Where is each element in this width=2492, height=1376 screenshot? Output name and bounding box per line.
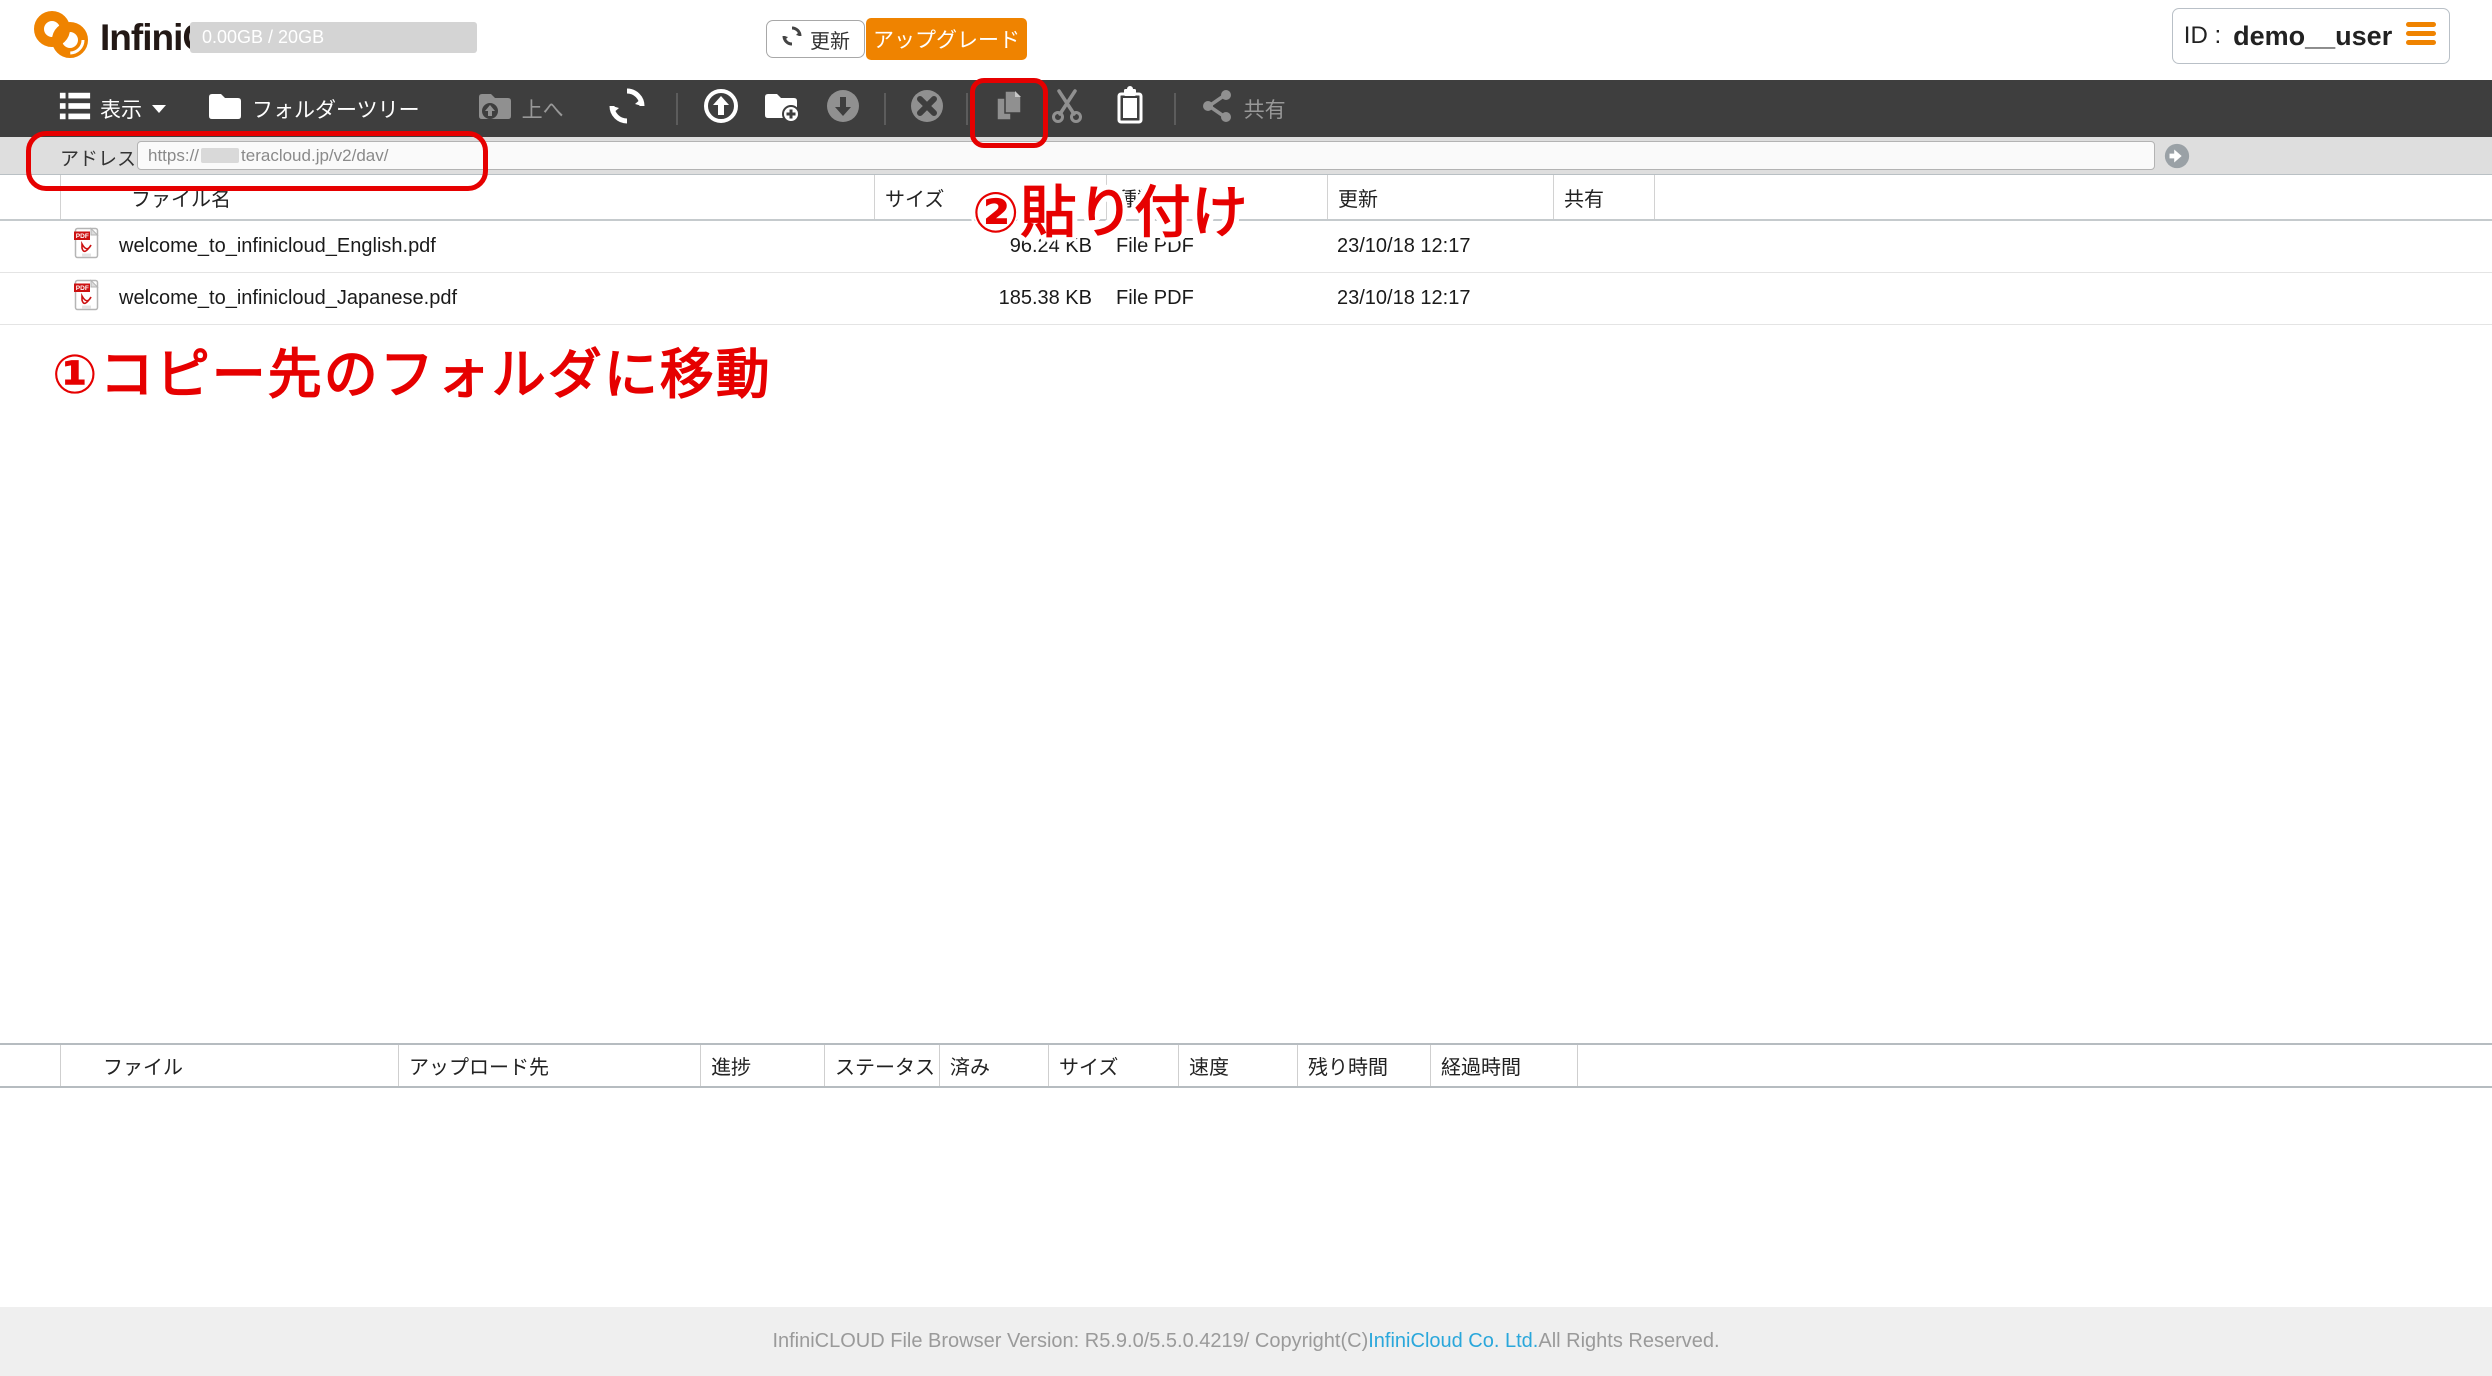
- folder-tree-button[interactable]: フォルダーツリー: [206, 89, 420, 128]
- upload-column-time-remaining: 残り時間: [1297, 1045, 1430, 1086]
- refresh-icon: [781, 25, 803, 53]
- upload-column-file: ファイル: [60, 1045, 398, 1086]
- infinicloud-file-browser: InfiniCLOUD 0.00GB / 20GB 更新 アップグレード ID …: [0, 0, 2492, 1376]
- toolbar-divider: [1174, 93, 1176, 125]
- new-folder-button[interactable]: [762, 88, 802, 129]
- folder-plus-icon: [762, 88, 802, 129]
- cut-button[interactable]: [1048, 87, 1086, 130]
- annotation-step2-paste: ②貼り付け: [972, 168, 1248, 249]
- file-updated: 23/10/18 12:17: [1327, 287, 1553, 310]
- file-name[interactable]: welcome_to_infinicloud_Japanese.pdf: [119, 287, 457, 310]
- go-up-label: 上へ: [522, 94, 564, 124]
- column-header-updated[interactable]: 更新: [1327, 175, 1553, 219]
- sync-icon: [608, 87, 646, 130]
- folder-tree-label: フォルダーツリー: [252, 94, 420, 124]
- file-kind: File PDF: [1106, 287, 1327, 310]
- address-url-prefix: https://: [148, 146, 199, 166]
- copy-button[interactable]: [990, 87, 1028, 130]
- chevron-down-icon: [152, 105, 166, 113]
- upload-column-destination: アップロード先: [398, 1045, 700, 1086]
- refresh-button-label: 更新: [810, 25, 850, 54]
- upload-checkbox-column: [0, 1045, 60, 1086]
- user-id-value: demo__user: [2233, 21, 2392, 52]
- download-icon: [824, 87, 862, 130]
- sync-button[interactable]: [608, 87, 646, 130]
- address-url-masked-segment: [201, 148, 239, 163]
- footer-version-text: InfiniCLOUD File Browser Version: R5.9.0…: [772, 1330, 1368, 1353]
- upload-column-done: 済み: [939, 1045, 1048, 1086]
- paste-button[interactable]: [1110, 85, 1150, 132]
- upload-button[interactable]: [702, 87, 740, 130]
- view-menu-button[interactable]: 表示: [58, 89, 166, 128]
- copy-pages-icon: [990, 87, 1028, 130]
- address-label: アドレス:: [60, 144, 141, 171]
- storage-usage-text: 0.00GB / 20GB: [202, 27, 324, 47]
- address-input[interactable]: https:// teracloud.jp/v2/dav/: [137, 141, 2155, 170]
- file-table-checkbox-column: [0, 175, 60, 219]
- refresh-button[interactable]: 更新: [766, 20, 865, 58]
- column-header-filename[interactable]: ファイル名: [60, 175, 874, 219]
- footer: InfiniCLOUD File Browser Version: R5.9.0…: [0, 1307, 2492, 1376]
- upload-column-time-elapsed: 経過時間: [1430, 1045, 1578, 1086]
- column-header-share[interactable]: 共有: [1553, 175, 1655, 219]
- pdf-file-icon: PDF: [74, 279, 101, 318]
- hamburger-menu-icon[interactable]: [2404, 20, 2438, 52]
- file-name[interactable]: welcome_to_infinicloud_English.pdf: [119, 235, 436, 258]
- address-go-button[interactable]: [2163, 142, 2191, 170]
- file-size: 185.38 KB: [874, 287, 1106, 310]
- user-id-menu[interactable]: ID : demo__user: [2172, 8, 2450, 64]
- share-icon: [1200, 88, 1236, 129]
- scissors-icon: [1048, 87, 1086, 130]
- share-button[interactable]: 共有: [1200, 88, 1286, 129]
- paste-clipboard-icon: [1110, 85, 1150, 132]
- delete-x-icon: [908, 87, 946, 130]
- toolbar: 表示 フォルダーツリー 上へ: [0, 80, 2492, 137]
- toolbar-divider: [884, 93, 886, 125]
- storage-usage-bar: 0.00GB / 20GB: [190, 22, 477, 53]
- user-id-prefix: ID :: [2184, 22, 2221, 50]
- app-header: InfiniCLOUD 0.00GB / 20GB 更新 アップグレード ID …: [0, 0, 2492, 80]
- upload-queue-table-header: ファイル アップロード先 進捗 ステータス 済み サイズ 速度 残り時間 経過時…: [0, 1043, 2492, 1088]
- svg-text:PDF: PDF: [76, 233, 89, 240]
- address-url-suffix: teracloud.jp/v2/dav/: [241, 146, 388, 166]
- toolbar-divider: [676, 93, 678, 125]
- folder-icon: [206, 89, 244, 128]
- upload-column-status: ステータス: [824, 1045, 939, 1086]
- upload-icon: [702, 87, 740, 130]
- view-list-icon: [58, 89, 92, 128]
- upload-column-speed: 速度: [1178, 1045, 1297, 1086]
- file-updated: 23/10/18 12:17: [1327, 235, 1553, 258]
- delete-button[interactable]: [908, 87, 946, 130]
- upload-column-size: サイズ: [1048, 1045, 1178, 1086]
- annotation-step1-move-to-folder: ①コピー先のフォルダに移動: [52, 330, 772, 409]
- go-up-button[interactable]: 上へ: [476, 89, 564, 128]
- footer-rights-text: All Rights Reserved.: [1538, 1330, 1719, 1353]
- toolbar-divider: [966, 93, 968, 125]
- infinicloud-logo-icon: [30, 8, 92, 67]
- download-button[interactable]: [824, 87, 862, 130]
- upgrade-button[interactable]: アップグレード: [866, 18, 1027, 60]
- svg-text:PDF: PDF: [76, 285, 89, 292]
- share-label: 共有: [1244, 94, 1286, 124]
- upload-column-progress: 進捗: [700, 1045, 824, 1086]
- pdf-file-icon: PDF: [74, 227, 101, 266]
- view-menu-label: 表示: [100, 94, 142, 124]
- upgrade-button-label: アップグレード: [873, 24, 1020, 54]
- folder-up-icon: [476, 89, 514, 128]
- footer-company-link[interactable]: InfiniCloud Co. Ltd.: [1368, 1330, 1538, 1353]
- file-row[interactable]: PDF welcome_to_infinicloud_Japanese.pdf …: [0, 273, 2492, 325]
